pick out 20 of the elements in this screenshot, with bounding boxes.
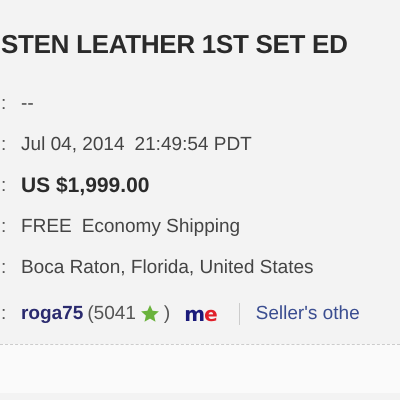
price: US $1,999.00 [21,174,150,198]
listing-title: STEN LEATHER 1ST SET ED [1,29,349,61]
field-value: -- [21,92,34,114]
label-colon: : [1,216,8,238]
free-label: FREE [21,216,72,238]
end-date: Jul 04, 2014 [21,134,125,156]
field-value: Boca Raton, Florida, United States [21,256,314,278]
other-items-link[interactable]: Seller's othe [256,302,360,324]
label-colon: : [1,134,8,156]
label-colon: : [1,302,8,324]
end-time: 21:49:54 PDT [134,134,252,156]
label-colon: : [1,92,8,114]
seller-link[interactable]: roga75 [21,302,84,324]
feedback-score: (5041 [87,302,136,324]
label-colon: : [1,256,8,278]
star-icon [140,304,160,324]
closing-paren: ) [164,302,170,324]
logo: me [184,302,217,326]
shipping-method: Economy Shipping [82,216,240,238]
label-colon: : [1,174,8,196]
